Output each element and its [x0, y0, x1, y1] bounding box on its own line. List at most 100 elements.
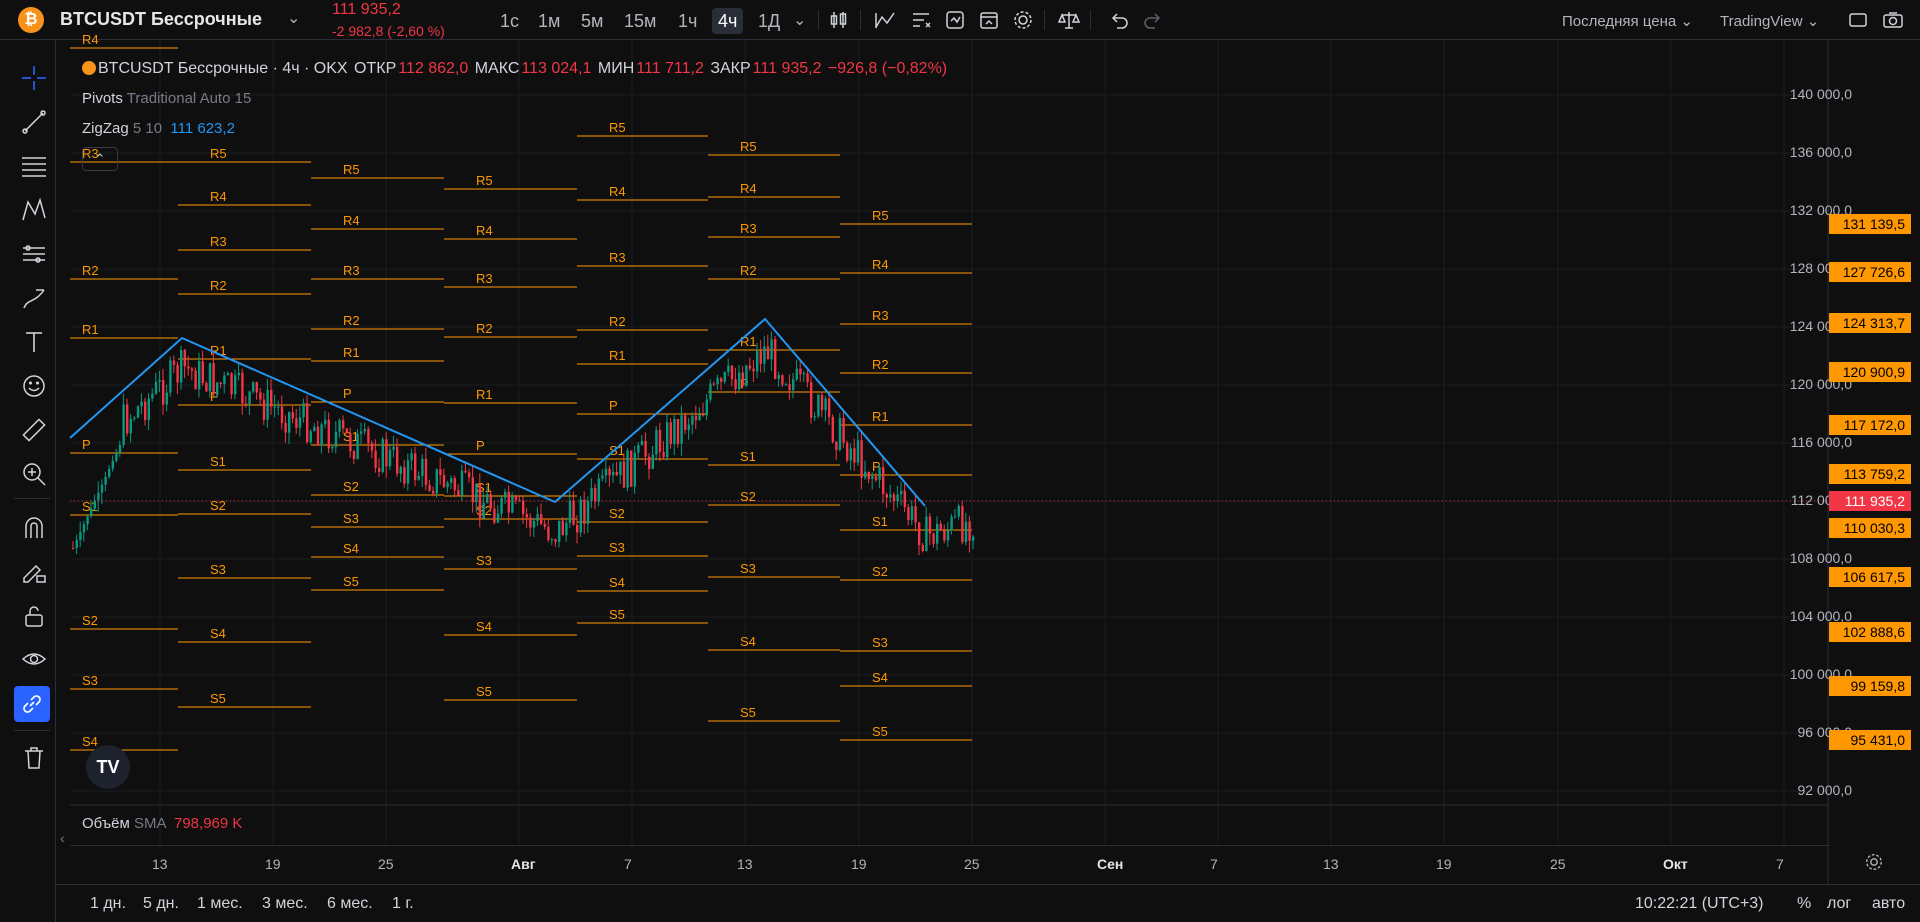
candle-body: [151, 393, 154, 399]
candle-body: [280, 406, 284, 423]
candle-body: [705, 399, 708, 416]
zigzag-params: 5 10: [132, 120, 163, 137]
candle-body: [640, 440, 644, 446]
candle-body: [651, 454, 654, 469]
pivot-level-label: R2: [343, 313, 360, 328]
range-6m[interactable]: 6 мес.: [327, 895, 373, 913]
candle-body: [835, 441, 838, 450]
time-axis-label: 7: [1776, 856, 1784, 872]
volume-legend[interactable]: Объём SMA 798,969 K: [82, 815, 242, 832]
candle-body: [597, 478, 600, 502]
clock-timezone[interactable]: 10:22:21 (UTC+3): [1635, 895, 1764, 913]
candle-body: [565, 522, 568, 536]
pivot-level-label: R3: [476, 271, 493, 286]
candle-body: [154, 381, 158, 394]
range-1y[interactable]: 1 г.: [392, 895, 414, 913]
candle-body: [720, 378, 723, 382]
candle-body: [298, 417, 302, 428]
candle-body: [792, 379, 795, 391]
legend-change: −926,8 (−0,82%): [827, 60, 948, 77]
candle-body: [288, 412, 291, 433]
chart-grid: [70, 40, 1829, 884]
pivot-level-label: R3: [343, 263, 360, 278]
candle-body: [90, 508, 93, 517]
pivot-level-label: S5: [609, 607, 625, 622]
symbol-legend: BTCUSDT Бессрочные · 4ч · OKX ОТКР 112 86…: [82, 60, 949, 78]
pivot-level-label: R5: [210, 146, 227, 161]
pivot-level-label: R4: [343, 213, 360, 228]
candle-body: [543, 523, 546, 527]
candle-body: [928, 516, 932, 534]
candle-body: [964, 521, 968, 543]
pivot-level-label: R4: [210, 189, 227, 204]
range-1m[interactable]: 1 мес.: [197, 895, 243, 913]
candle-body: [313, 426, 316, 432]
pivot-level-label: S3: [82, 673, 98, 688]
price-axis-label: 108 000,0: [1789, 550, 1852, 566]
candle-body: [907, 507, 910, 521]
range-5d[interactable]: 5 дн.: [143, 895, 179, 913]
candle-body: [97, 492, 100, 501]
candle-body: [777, 375, 780, 379]
candle-body: [972, 536, 975, 541]
candle-body: [770, 339, 773, 360]
candle-body: [255, 382, 258, 393]
candle-body: [716, 378, 719, 385]
pivot-level-label: R5: [343, 162, 360, 177]
pivot-level-label: S3: [740, 561, 756, 576]
time-axis-label: Окт: [1663, 856, 1688, 872]
candle-body: [684, 415, 687, 430]
pivot-level-label: S1: [210, 454, 226, 469]
candle-body: [694, 415, 698, 421]
pivot-level-label: S1: [740, 449, 756, 464]
candle-body: [201, 361, 204, 384]
bitcoin-dot-icon: [82, 61, 96, 75]
pivot-price-tag: 99 159,8: [1829, 676, 1911, 696]
candle-body: [493, 508, 496, 523]
range-1d[interactable]: 1 дн.: [90, 895, 126, 913]
candle-body: [590, 487, 593, 501]
candle-body: [381, 439, 384, 473]
zigzag-indicator-legend[interactable]: ZigZag 5 10 111 623,2: [82, 120, 235, 137]
candle-body: [644, 440, 647, 457]
candle-body: [698, 414, 701, 421]
pivots-indicator-legend[interactable]: Pivots Traditional Auto 15: [82, 90, 251, 107]
candle-body: [936, 523, 939, 544]
candle-body: [104, 476, 107, 485]
candle-body: [226, 373, 230, 376]
pivot-level-label: S2: [82, 613, 98, 628]
candle-body: [450, 478, 453, 483]
open-value: 112 862,0: [398, 60, 469, 77]
pivot-level-label: S3: [343, 511, 359, 526]
candle-body: [709, 383, 712, 400]
percent-scale-toggle[interactable]: %: [1797, 895, 1811, 913]
candle-body: [586, 500, 590, 524]
axis-settings-gear-icon[interactable]: [1864, 852, 1884, 872]
time-axis[interactable]: [70, 845, 1830, 880]
candle-body: [162, 379, 165, 405]
log-scale-toggle[interactable]: лог: [1827, 895, 1851, 913]
candle-body: [176, 364, 179, 383]
auto-scale-toggle[interactable]: авто: [1872, 895, 1905, 913]
candle-body: [903, 490, 906, 508]
range-3m[interactable]: 3 мес.: [262, 895, 308, 913]
candle-body: [820, 394, 824, 411]
candle-body: [194, 370, 197, 390]
candle-body: [367, 429, 370, 444]
time-axis-label: 25: [378, 856, 394, 872]
collapse-legend-button[interactable]: ⌃: [82, 147, 118, 171]
candle-body: [349, 433, 352, 452]
candle-body: [561, 520, 564, 536]
price-chart[interactable]: R4 R3 R2 R1 P S1 S2 S3 S4 R5 R4 R3 R2 R1 P S1 S2 S3 S4 S5 R5…: [0, 0, 1920, 922]
candle-body: [568, 500, 572, 523]
pivot-level-label: S2: [343, 479, 359, 494]
current-price-tag: 111 935,2: [1829, 491, 1911, 511]
candle-body: [522, 500, 525, 514]
candle-body: [871, 476, 874, 480]
candle-body: [921, 545, 924, 552]
pivot-price-tag: 113 759,2: [1829, 464, 1911, 484]
pivot-level-label: S5: [872, 724, 888, 739]
candle-body: [187, 366, 190, 369]
low-label: МИН: [597, 60, 635, 77]
tradingview-logo[interactable]: TV: [86, 745, 130, 789]
